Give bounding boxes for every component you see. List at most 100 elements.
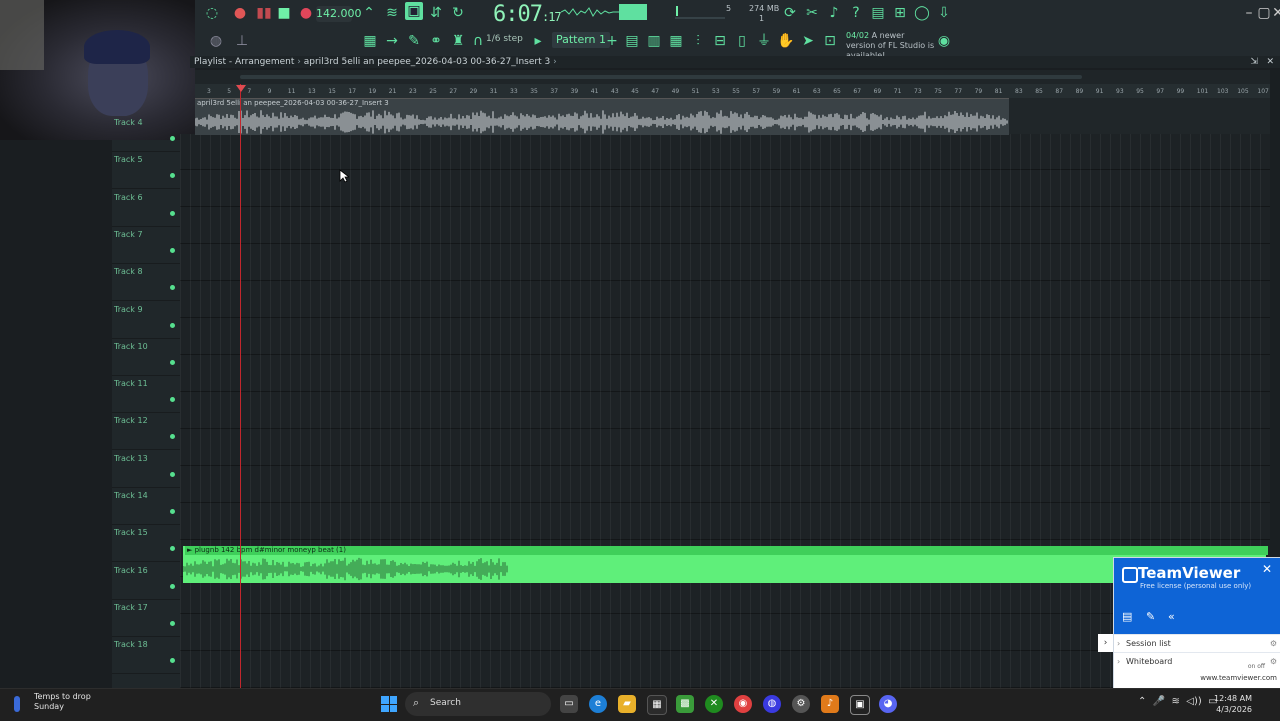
- fl-studio-icon[interactable]: ♪: [821, 695, 839, 713]
- track-header[interactable]: Track 16: [112, 562, 180, 600]
- teamviewer-expand-icon[interactable]: ›: [1098, 634, 1113, 652]
- track-header[interactable]: Track 11: [112, 375, 180, 414]
- track-header[interactable]: Track 6: [112, 189, 180, 227]
- cut-icon[interactable]: ✂: [803, 4, 821, 22]
- pause-icon[interactable]: ▮▮: [255, 4, 273, 22]
- help-icon[interactable]: ?: [847, 4, 865, 22]
- track-header[interactable]: Track 5: [112, 151, 180, 190]
- song-mode-icon[interactable]: ●: [231, 4, 249, 22]
- detach-icon[interactable]: ⇲: [1250, 56, 1258, 68]
- weather-icon[interactable]: [14, 696, 20, 712]
- taskbar-clock[interactable]: 12:48 AM 4/3/2026: [1214, 693, 1252, 715]
- track-mute-led[interactable]: [170, 136, 175, 141]
- playhead-marker-icon[interactable]: [236, 85, 246, 92]
- countdown-icon[interactable]: ▣: [405, 2, 423, 20]
- touch-icon[interactable]: ✋: [777, 32, 795, 50]
- track-header[interactable]: Track 4: [112, 114, 180, 152]
- whiteboard-row[interactable]: › Whiteboard on off ⚙: [1114, 652, 1280, 671]
- pin-icon[interactable]: ⊥: [233, 32, 251, 50]
- stamp-icon[interactable]: ♜: [449, 32, 467, 50]
- track-mute-led[interactable]: [170, 658, 175, 664]
- track-mute-led[interactable]: [170, 247, 175, 253]
- horizontal-scrollbar[interactable]: [240, 75, 1082, 79]
- record-icon[interactable]: ●: [297, 4, 315, 22]
- track-mute-led[interactable]: [170, 509, 175, 514]
- playlist-icon[interactable]: ▤: [623, 32, 641, 50]
- steam-icon[interactable]: ⚙: [792, 695, 810, 713]
- tempo-display[interactable]: 142.000: [316, 6, 362, 22]
- metronome-icon[interactable]: ⌃: [360, 4, 378, 22]
- master-volume[interactable]: [675, 4, 725, 20]
- breadcrumb[interactable]: april3rd 5elli an peepee_2026-04-03 00-3…: [304, 57, 550, 67]
- pen-action-icon[interactable]: ✎: [1146, 610, 1155, 623]
- weather-widget[interactable]: Temps to drop Sunday: [34, 692, 91, 712]
- track-mute-led[interactable]: [170, 471, 175, 477]
- teamviewer-url[interactable]: www.teamviewer.com: [1114, 670, 1277, 686]
- session-list-row[interactable]: › Session list ⚙: [1114, 634, 1280, 653]
- pattern-selector[interactable]: Pattern 1: [552, 32, 610, 48]
- plug-icon[interactable]: ⏚: [755, 32, 773, 50]
- knob-icon[interactable]: ◍: [207, 32, 225, 50]
- taskbar-search[interactable]: ⌕ Search: [405, 692, 551, 716]
- windows-start-icon[interactable]: [381, 696, 397, 712]
- playlist-close-icon[interactable]: ✕: [1266, 56, 1274, 68]
- track-mute-led[interactable]: [170, 173, 175, 179]
- track-header[interactable]: Track 10: [112, 338, 180, 376]
- channel-rack-icon[interactable]: ▥: [645, 32, 663, 50]
- track-header[interactable]: Track 15: [112, 524, 180, 563]
- audio-clip-top[interactable]: april3rd 5elli an peepee_2026-04-03 00-3…: [195, 98, 1009, 135]
- mixer-icon[interactable]: ⫶: [689, 32, 707, 50]
- session-list-gear-icon[interactable]: ⚙: [1270, 635, 1277, 653]
- ea-icon[interactable]: ◍: [763, 695, 781, 713]
- track-mute-led[interactable]: [170, 620, 175, 626]
- teamviewer-close-icon[interactable]: ✕: [1262, 562, 1272, 576]
- app-icon[interactable]: ▣: [850, 695, 870, 715]
- wait-icon[interactable]: ≋: [383, 4, 401, 22]
- track-mute-led[interactable]: [170, 359, 175, 365]
- task-view-icon[interactable]: ▭: [560, 695, 578, 713]
- track-mute-led[interactable]: [170, 210, 175, 216]
- arrangement-grid[interactable]: [180, 134, 1270, 688]
- stop-icon[interactable]: ■: [275, 4, 293, 22]
- track-header[interactable]: Track 8: [112, 263, 180, 302]
- collapse-icon[interactable]: «: [1168, 610, 1175, 623]
- track-mute-led[interactable]: [170, 434, 175, 440]
- add-pattern-icon[interactable]: +: [603, 32, 621, 50]
- playhead[interactable]: [240, 84, 241, 688]
- cart-icon[interactable]: ⊡: [821, 32, 839, 50]
- track-header[interactable]: Track 7: [112, 226, 180, 264]
- track-header[interactable]: Track 14: [112, 487, 180, 525]
- store-icon[interactable]: ▦: [647, 695, 667, 715]
- minecraft-icon[interactable]: ▩: [676, 695, 694, 713]
- edge-icon[interactable]: e: [589, 695, 607, 713]
- chrome-icon[interactable]: ◉: [734, 695, 752, 713]
- circle-logo-icon[interactable]: ◌: [203, 4, 221, 22]
- mic-icon[interactable]: ♪: [825, 4, 843, 22]
- chat-icon[interactable]: ◯: [913, 4, 931, 22]
- piano-icon[interactable]: ▦: [361, 32, 379, 50]
- track-header[interactable]: Track 12: [112, 412, 180, 451]
- track-mute-led[interactable]: [170, 322, 175, 328]
- track-mute-led[interactable]: [170, 583, 175, 589]
- file-explorer-icon[interactable]: ▰: [618, 695, 636, 713]
- share-icon[interactable]: ➤: [799, 32, 817, 50]
- track-header[interactable]: Track 17: [112, 599, 180, 637]
- track-header[interactable]: Track 13: [112, 450, 180, 488]
- arrow-right-icon[interactable]: →: [383, 32, 401, 50]
- track-mute-led[interactable]: [170, 285, 175, 291]
- discord-icon[interactable]: ◕: [879, 695, 897, 713]
- xbox-icon[interactable]: ✕: [705, 695, 723, 713]
- system-tray[interactable]: ⌃ 🎤 ≋ ◁)) ▭: [1138, 696, 1218, 707]
- beat-clip[interactable]: ► plugnb 142 bpm d#minor moneyp beat (1): [183, 546, 1268, 583]
- track-mute-led[interactable]: [170, 546, 175, 552]
- snap-selector[interactable]: 1/6 step: [486, 34, 523, 44]
- browser-icon[interactable]: ⊟: [711, 32, 729, 50]
- loop-record-icon[interactable]: ↻: [449, 4, 467, 22]
- piano-roll-icon[interactable]: ▦: [667, 32, 685, 50]
- save-icon[interactable]: ▤: [869, 4, 887, 22]
- download-icon[interactable]: ⇩: [935, 4, 953, 22]
- brush-icon[interactable]: ✎: [405, 32, 423, 50]
- play-pattern-icon[interactable]: ▸: [529, 32, 547, 50]
- magnet-icon[interactable]: ∩: [469, 32, 487, 50]
- refresh-icon[interactable]: ⟳: [781, 4, 799, 22]
